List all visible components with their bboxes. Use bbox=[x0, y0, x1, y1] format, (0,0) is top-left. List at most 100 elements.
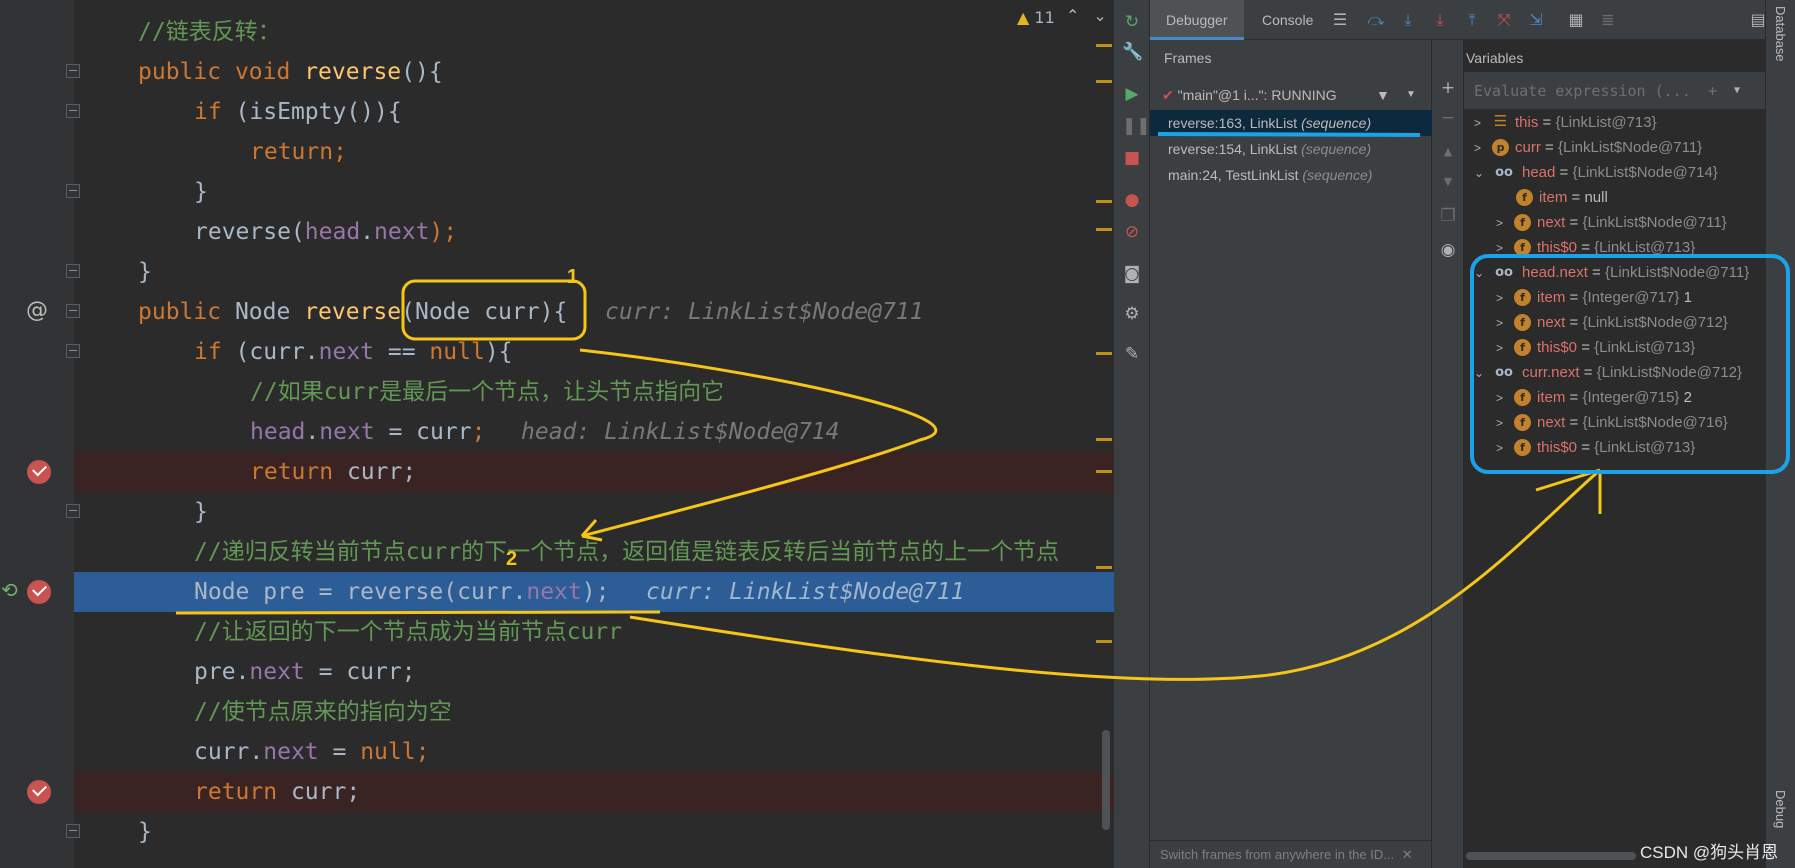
step-out-icon[interactable]: ⤒ bbox=[1462, 10, 1482, 30]
variable-row[interactable]: > f this$0 = {LinkList@713} bbox=[1496, 435, 1695, 460]
breakpoint-icon[interactable] bbox=[27, 780, 51, 804]
variable-row[interactable]: f item = null bbox=[1516, 185, 1608, 210]
variable-row[interactable]: > f this$0 = {LinkList@713} bbox=[1496, 335, 1695, 360]
variable-row[interactable]: > f item = {Integer@717} 1 bbox=[1496, 285, 1692, 310]
variable-row[interactable]: ⌄ oo head = {LinkList$Node@714} bbox=[1474, 160, 1718, 185]
warnings-indicator[interactable]: ▲ 11 bbox=[1017, 8, 1055, 27]
rerun-icon[interactable]: ↻ bbox=[1122, 12, 1142, 32]
check-icon: ✔ bbox=[1162, 87, 1174, 103]
chevron-down-icon[interactable]: ▼ bbox=[1406, 76, 1416, 114]
tab-console[interactable]: Console bbox=[1246, 0, 1329, 40]
error-stripe-mark[interactable] bbox=[1096, 470, 1112, 473]
warning-navigation[interactable]: ⌃⌄ bbox=[1066, 6, 1114, 25]
variable-row[interactable]: > ☰ this = {LinkList@713} bbox=[1474, 110, 1657, 135]
code-line[interactable]: //递归反转当前节点curr的下一个节点，返回值是链表反转后当前节点的上一个节点 bbox=[74, 532, 1114, 572]
restart-frame-icon[interactable]: ⟲ bbox=[1, 578, 18, 602]
code-line[interactable]: public void reverse(){ bbox=[74, 52, 1114, 92]
error-stripe-mark[interactable] bbox=[1096, 80, 1112, 83]
code-line[interactable]: reverse(head.next); bbox=[74, 212, 1114, 252]
code-line[interactable]: public Node reverse(Node curr){ curr: Li… bbox=[74, 292, 1114, 332]
code-line[interactable]: return; bbox=[74, 132, 1114, 172]
code-line[interactable]: } bbox=[74, 172, 1114, 212]
editor-scrollbar[interactable] bbox=[1102, 730, 1110, 830]
remove-watch-icon[interactable]: − bbox=[1438, 108, 1458, 128]
pause-icon[interactable]: ❚❚ bbox=[1122, 116, 1151, 136]
force-step-into-icon[interactable]: ⤓ bbox=[1430, 10, 1450, 30]
code-line-breakpoint[interactable]: return curr; bbox=[74, 452, 1114, 492]
code-line[interactable]: } bbox=[74, 492, 1114, 532]
breakpoint-icon[interactable] bbox=[27, 460, 51, 484]
code-line[interactable]: //使节点原来的指向为空 bbox=[74, 692, 1114, 732]
move-down-icon[interactable]: ▼ bbox=[1438, 172, 1458, 192]
override-at-icon[interactable]: @ bbox=[26, 298, 48, 323]
error-stripe-mark[interactable] bbox=[1096, 438, 1112, 441]
add-to-watches-icon[interactable]: + bbox=[1708, 72, 1717, 109]
settings-icon[interactable]: ⚙ bbox=[1122, 304, 1142, 324]
stack-frame[interactable]: main:24, TestLinkList (sequence) bbox=[1150, 162, 1432, 188]
filter-icon[interactable]: ▼ bbox=[1376, 76, 1390, 114]
variable-row[interactable]: > f item = {Integer@715} 2 bbox=[1496, 385, 1692, 410]
resume-icon[interactable]: ▶ bbox=[1122, 84, 1142, 104]
error-stripe-mark[interactable] bbox=[1096, 44, 1112, 47]
add-watch-icon[interactable]: + bbox=[1438, 78, 1458, 98]
variables-scrollbar[interactable] bbox=[1466, 852, 1636, 860]
variable-row[interactable]: ⌄ oo head.next = {LinkList$Node@711} bbox=[1474, 260, 1749, 285]
code-line[interactable]: //让返回的下一个节点成为当前节点curr bbox=[74, 612, 1114, 652]
code-line-breakpoint[interactable]: return curr; bbox=[74, 772, 1114, 812]
variable-row[interactable]: ⌄ oo curr.next = {LinkList$Node@712} bbox=[1474, 360, 1742, 385]
mute-breakpoints-icon[interactable]: ⊘ bbox=[1122, 222, 1142, 242]
breakpoint-icon[interactable] bbox=[27, 580, 51, 604]
close-icon[interactable]: ✕ bbox=[1402, 847, 1413, 862]
thread-selector[interactable]: ✔ "main"@1 i...": RUNNING ▼ ▼ bbox=[1150, 76, 1432, 114]
code-line[interactable]: //如果curr是最后一个节点，让头节点指向它 bbox=[74, 372, 1114, 412]
evaluate-expression-input[interactable]: Evaluate expression (... + ▼ bbox=[1464, 72, 1765, 110]
move-up-icon[interactable]: ▲ bbox=[1438, 142, 1458, 162]
pin-icon[interactable]: ✎ bbox=[1122, 344, 1142, 364]
tab-debugger[interactable]: Debugger bbox=[1150, 0, 1244, 40]
evaluate-icon[interactable]: ▦ bbox=[1566, 10, 1586, 30]
stack-frame[interactable]: reverse:154, LinkList (sequence) bbox=[1150, 136, 1432, 162]
variable-row[interactable]: > f this$0 = {LinkList@713} bbox=[1496, 235, 1695, 260]
debug-tool-button[interactable]: Debug bbox=[1773, 790, 1788, 828]
error-stripe-mark[interactable] bbox=[1096, 352, 1112, 355]
copy-icon[interactable]: ❐ bbox=[1438, 206, 1458, 226]
code-editor[interactable]: @ ⟲ //链表反转： public void reverse(){ if (i… bbox=[0, 0, 1114, 868]
editor-gutter[interactable]: @ ⟲ bbox=[0, 0, 80, 868]
code-line[interactable]: //链表反转： bbox=[74, 12, 1114, 52]
code-line-execution-point[interactable]: Node pre = reverse(curr.next); curr: Lin… bbox=[74, 572, 1114, 612]
code-line[interactable]: curr.next = null; bbox=[74, 732, 1114, 772]
code-comment: //链表反转： bbox=[138, 19, 281, 45]
variable-row[interactable]: > f next = {LinkList$Node@716} bbox=[1496, 410, 1728, 435]
stack-frame[interactable]: reverse:163, LinkList (sequence) bbox=[1150, 110, 1432, 136]
database-tool-button[interactable]: Database bbox=[1773, 6, 1788, 62]
wrench-icon[interactable]: 🔧 bbox=[1122, 42, 1143, 62]
code-line[interactable]: if (curr.next == null){ bbox=[74, 332, 1114, 372]
view-breakpoints-icon[interactable]: ● bbox=[1122, 190, 1142, 210]
run-to-cursor-icon[interactable]: ⇲ bbox=[1526, 10, 1546, 30]
variable-row[interactable]: > p curr = {LinkList$Node@711} bbox=[1474, 135, 1702, 160]
menu-icon[interactable]: ☰ bbox=[1330, 10, 1350, 30]
step-into-icon[interactable]: ⤓ bbox=[1398, 10, 1418, 30]
debug-side-toolbar: ↻ 🔧 ▶ ❚❚ ■ ● ⊘ ◙ ⚙ ✎ bbox=[1114, 0, 1151, 868]
code-line[interactable]: head.next = curr; head: LinkList$Node@71… bbox=[74, 412, 1114, 452]
code-line[interactable]: pre.next = curr; bbox=[74, 652, 1114, 692]
code-line[interactable]: } bbox=[74, 252, 1114, 292]
error-stripe-mark[interactable] bbox=[1096, 200, 1112, 203]
step-over-icon[interactable]: ⤼ bbox=[1366, 10, 1386, 30]
code-text: curr.next = null; bbox=[194, 739, 430, 765]
error-stripe-mark[interactable] bbox=[1096, 228, 1112, 231]
drop-frame-icon[interactable]: ⤧ bbox=[1494, 10, 1514, 30]
chevron-down-icon: ⌄ bbox=[1474, 366, 1485, 380]
error-stripe-mark[interactable] bbox=[1096, 640, 1112, 643]
eye-icon[interactable]: ◉ bbox=[1438, 240, 1458, 260]
variable-row[interactable]: > f next = {LinkList$Node@711} bbox=[1496, 210, 1727, 235]
trace-icon[interactable]: ≣ bbox=[1598, 10, 1618, 30]
camera-icon[interactable]: ◙ bbox=[1122, 264, 1142, 284]
code-line[interactable]: if (isEmpty()){ bbox=[74, 92, 1114, 132]
code-comment: //如果curr是最后一个节点，让头节点指向它 bbox=[250, 379, 725, 405]
variable-row[interactable]: > f next = {LinkList$Node@712} bbox=[1496, 310, 1728, 335]
chevron-down-icon[interactable]: ▼ bbox=[1734, 72, 1740, 109]
error-stripe-mark[interactable] bbox=[1096, 566, 1112, 569]
code-line[interactable]: } bbox=[74, 812, 1114, 852]
stop-icon[interactable]: ■ bbox=[1122, 148, 1142, 168]
